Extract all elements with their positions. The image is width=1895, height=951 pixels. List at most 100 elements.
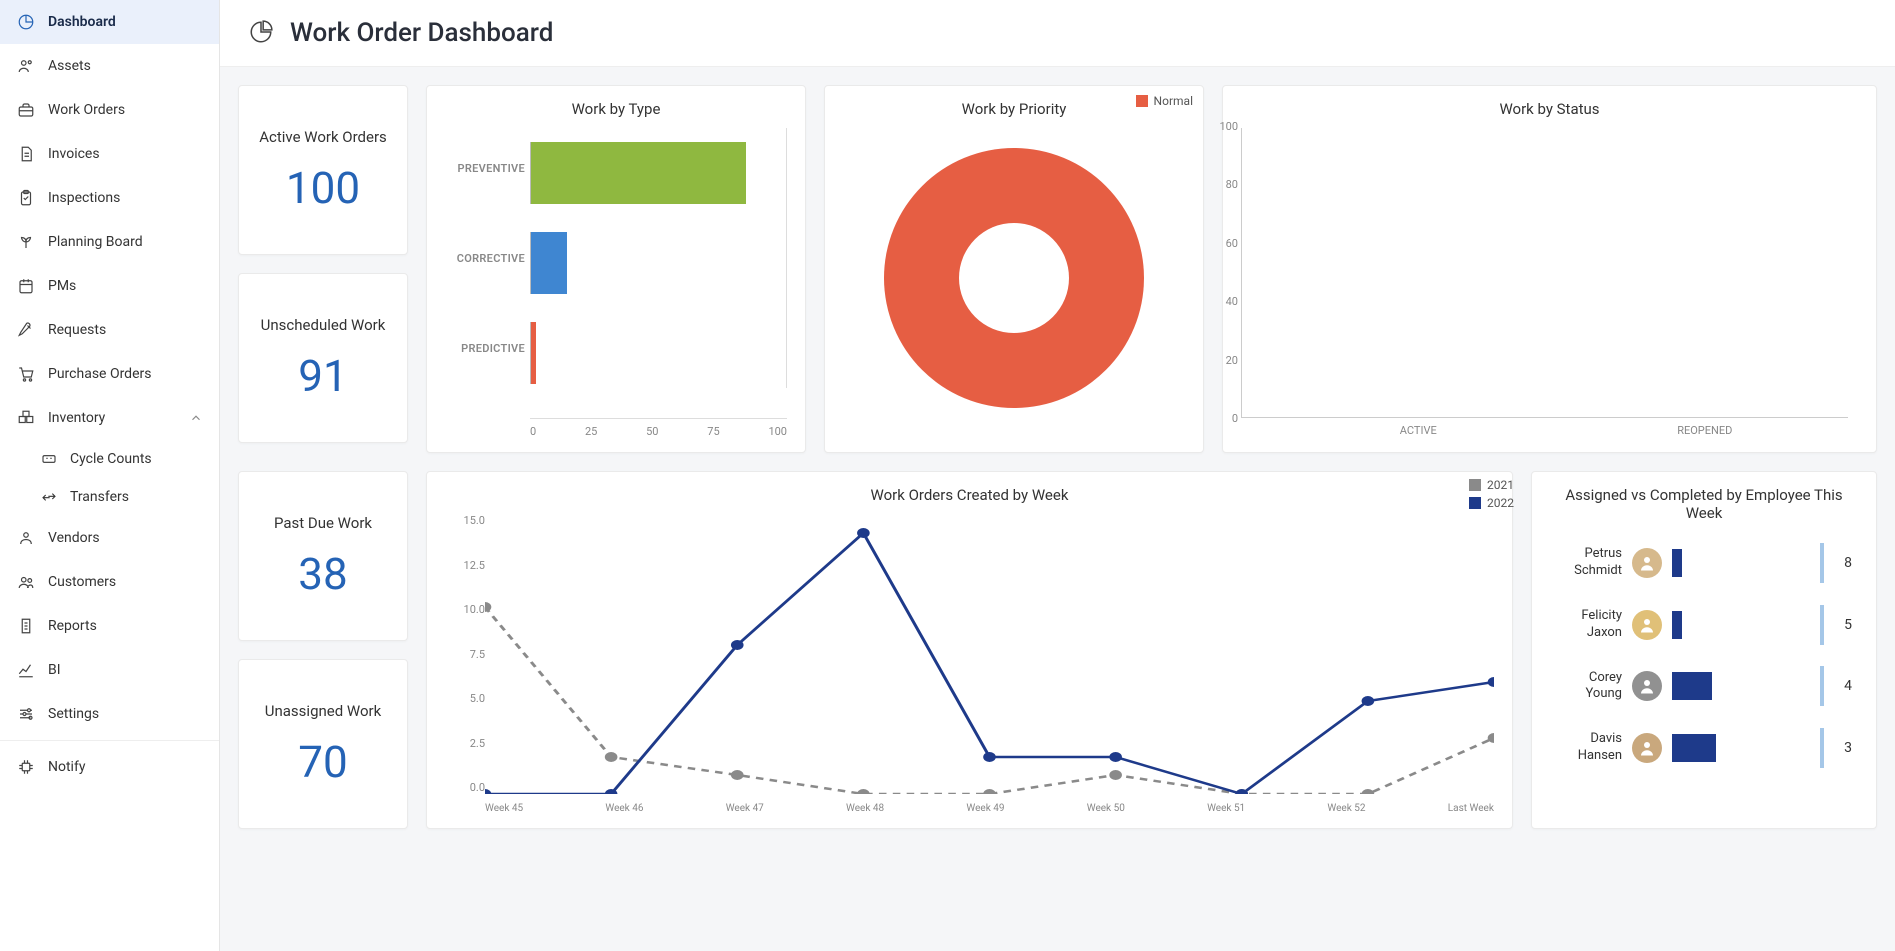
bar-completed xyxy=(1820,543,1824,583)
settings-icon xyxy=(16,704,36,724)
toolbox-icon xyxy=(16,100,36,120)
kpi-active-work-orders[interactable]: Active Work Orders 100 xyxy=(238,85,408,255)
axis-tick: 2.5 xyxy=(445,737,485,750)
sidebar-item-dashboard[interactable]: Dashboard xyxy=(0,0,219,44)
employee-bars xyxy=(1672,671,1824,701)
sidebar-item-bi[interactable]: BI xyxy=(0,648,219,692)
employee-value: 5 xyxy=(1834,617,1852,633)
sidebar-item-purchaseorders[interactable]: Purchase Orders xyxy=(0,352,219,396)
sidebar-item-vendors[interactable]: Vendors xyxy=(0,516,219,560)
kpi-title: Unscheduled Work xyxy=(251,315,395,336)
sidebar-item-label: Requests xyxy=(48,322,106,338)
sidebar-item-settings[interactable]: Settings xyxy=(0,692,219,736)
employee-bars xyxy=(1672,548,1824,578)
dashboard-pie-icon xyxy=(248,19,276,47)
employee-value: 3 xyxy=(1834,740,1852,756)
sidebar-item-pms[interactable]: PMs xyxy=(0,264,219,308)
sidebar-item-label: Reports xyxy=(48,618,97,634)
sidebar-item-label: PMs xyxy=(48,278,76,294)
employee-row: Felicity Jaxon 5 xyxy=(1546,594,1856,656)
sidebar-item-label: Inspections xyxy=(48,190,120,206)
kpi-past-due-work[interactable]: Past Due Work 38 xyxy=(238,471,408,641)
sidebar-subitem-cyclecounts[interactable]: Cycle Counts xyxy=(0,440,219,478)
y-axis: 15.0 12.5 10.0 7.5 5.0 2.5 0.0 xyxy=(445,514,485,814)
axis-tick: Week 51 xyxy=(1207,803,1245,814)
page-title: Work Order Dashboard xyxy=(290,18,553,48)
axis-tick: Week 52 xyxy=(1327,803,1365,814)
donut-chart xyxy=(843,128,1185,428)
bar-label-preventive: PREVENTIVE xyxy=(445,162,525,175)
customers-icon xyxy=(16,572,36,592)
avatar xyxy=(1632,548,1662,578)
person-icon xyxy=(16,56,36,76)
employee-name: Petrus Schmidt xyxy=(1550,546,1622,580)
axis-tick: 50 xyxy=(646,425,658,438)
kpi-title: Unassigned Work xyxy=(251,701,395,722)
sidebar-item-requests[interactable]: Requests xyxy=(0,308,219,352)
avatar xyxy=(1632,671,1662,701)
y-axis: 100 80 60 40 20 0 xyxy=(1208,120,1238,425)
axis-tick: Last Week xyxy=(1448,803,1494,814)
chart-title: Work Orders Created by Week xyxy=(445,486,1494,504)
bar-completed xyxy=(1820,605,1824,645)
sidebar-item-label: Work Orders xyxy=(48,102,125,118)
axis-tick: 80 xyxy=(1208,178,1238,191)
kpi-unassigned-work[interactable]: Unassigned Work 70 xyxy=(238,659,408,829)
axis-tick: Week 46 xyxy=(605,803,643,814)
row-1: Active Work Orders 100 Unscheduled Work … xyxy=(238,85,1877,453)
kpi-value: 70 xyxy=(251,736,395,788)
sidebar-item-reports[interactable]: Reports xyxy=(0,604,219,648)
pie-icon xyxy=(16,12,36,32)
chart-work-by-status[interactable]: Work by Status 100 80 60 40 20 0 ACTIVE xyxy=(1222,85,1877,453)
transfer-icon xyxy=(40,488,58,506)
sidebar-item-label: Vendors xyxy=(48,530,100,546)
sidebar-item-inspections[interactable]: Inspections xyxy=(0,176,219,220)
sidebar-item-label: Invoices xyxy=(48,146,100,162)
axis-tick: 15.0 xyxy=(445,514,485,527)
axis-tick: 100 xyxy=(1208,120,1238,133)
chart-assigned-vs-completed[interactable]: Assigned vs Completed by Employee This W… xyxy=(1531,471,1877,829)
bar-completed xyxy=(1820,728,1824,768)
sidebar-item-assets[interactable]: Assets xyxy=(0,44,219,88)
sidebar-item-workorders[interactable]: Work Orders xyxy=(0,88,219,132)
employee-name: Felicity Jaxon xyxy=(1550,608,1622,642)
chart-title: Work by Status xyxy=(1241,100,1858,118)
sidebar-item-inventory[interactable]: Inventory xyxy=(0,396,219,440)
kpi-value: 100 xyxy=(251,162,395,214)
axis-tick: 0.0 xyxy=(445,781,485,794)
employee-name: Davis Hansen xyxy=(1550,731,1622,765)
sidebar-item-label: Settings xyxy=(48,706,99,722)
kpi-value: 91 xyxy=(251,350,395,402)
employee-list[interactable]: Petrus Schmidt 8 Felicity Jaxon xyxy=(1546,532,1862,779)
legend-label: 2022 xyxy=(1487,496,1514,510)
sidebar-item-label: Dashboard xyxy=(48,14,116,30)
chart-orders-by-week[interactable]: Work Orders Created by Week 2021 2022 15… xyxy=(426,471,1513,829)
axis-tick: Week 50 xyxy=(1087,803,1125,814)
chart-work-by-type[interactable]: Work by Type PREVENTIVE CORRECTIVE PREDI… xyxy=(426,85,806,453)
sidebar-item-invoices[interactable]: Invoices xyxy=(0,132,219,176)
sprout-icon xyxy=(16,232,36,252)
sidebar-subitem-transfers[interactable]: Transfers xyxy=(0,478,219,516)
sidebar-item-label: Assets xyxy=(48,58,91,74)
sidebar-item-customers[interactable]: Customers xyxy=(0,560,219,604)
content: Active Work Orders 100 Unscheduled Work … xyxy=(220,67,1895,951)
chart-work-by-priority[interactable]: Work by Priority Normal xyxy=(824,85,1204,453)
bar-assigned xyxy=(1672,611,1682,639)
legend-label: 2021 xyxy=(1487,478,1514,492)
sidebar-item-label: BI xyxy=(48,662,61,678)
legend-swatch xyxy=(1469,497,1481,509)
axis-tick: 20 xyxy=(1208,354,1238,367)
main: Work Order Dashboard Active Work Orders … xyxy=(220,0,1895,951)
kpi-unscheduled-work[interactable]: Unscheduled Work 91 xyxy=(238,273,408,443)
kpi-title: Past Due Work xyxy=(251,513,395,534)
row-2: Past Due Work 38 Unassigned Work 70 Work… xyxy=(238,471,1877,829)
legend: Normal xyxy=(1136,94,1193,108)
sidebar-item-notify[interactable]: Notify xyxy=(0,745,219,789)
avatar xyxy=(1632,610,1662,640)
employee-bars xyxy=(1672,610,1824,640)
axis-tick: 0 xyxy=(530,425,536,438)
employee-row: Corey Young 4 xyxy=(1546,656,1856,718)
sidebar-item-planningboard[interactable]: Planning Board xyxy=(0,220,219,264)
vbar-chart: 100 80 60 40 20 0 xyxy=(1241,128,1848,418)
axis-tick: 0 xyxy=(1208,412,1238,425)
